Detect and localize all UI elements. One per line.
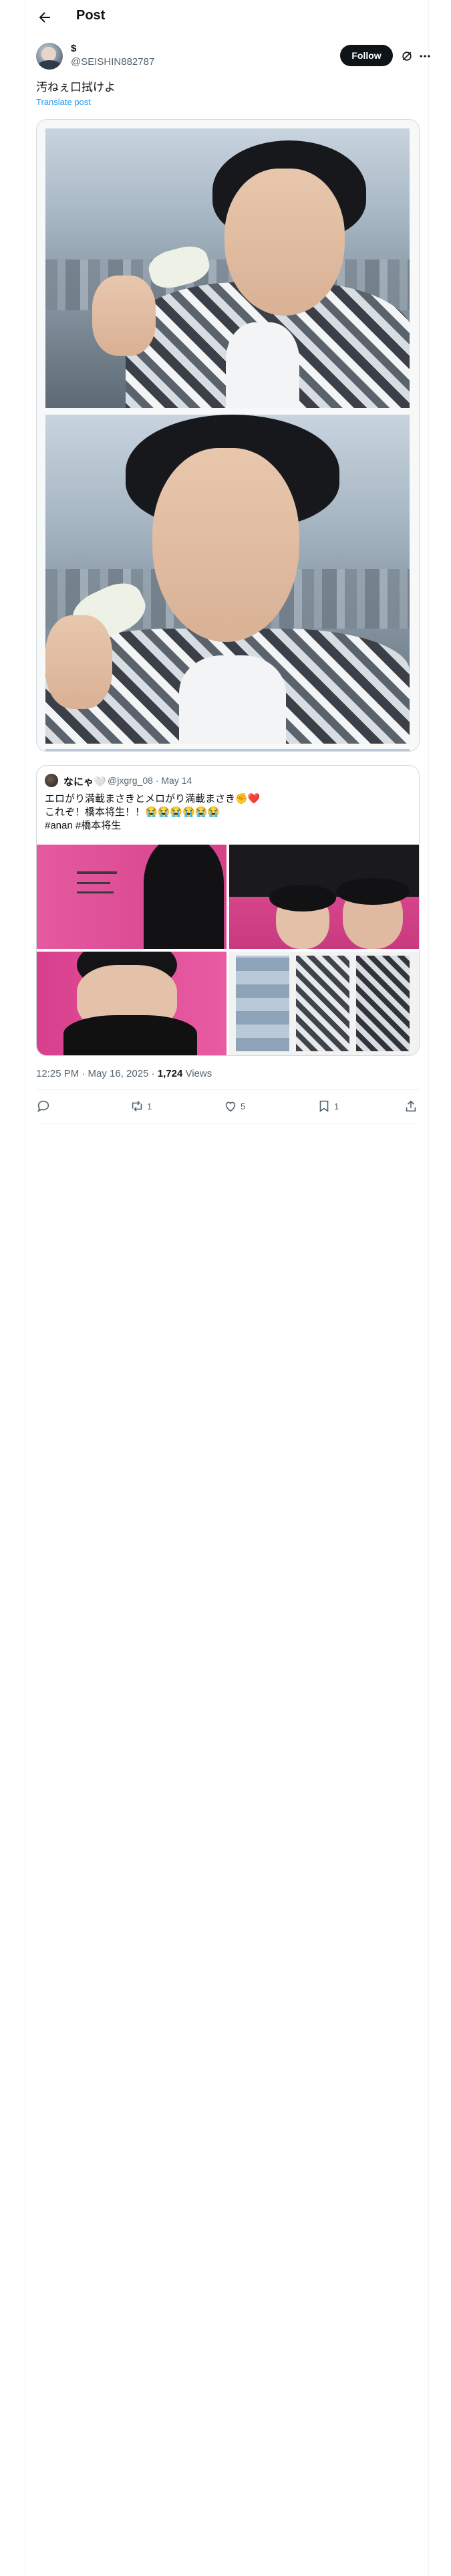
quoted-post[interactable]: なにゃ🤍 @jxgrg_08 · May 14 エロがり満載まさきとメロがり満載… [36, 765, 420, 1056]
share-button[interactable] [404, 1099, 418, 1113]
views-label: Views [182, 1068, 212, 1079]
author-handle[interactable]: @SEISHIN882787 [71, 56, 154, 68]
quote-avatar[interactable] [45, 774, 58, 787]
quote-handle[interactable]: @jxgrg_08 [108, 775, 153, 786]
share-icon [406, 1100, 416, 1112]
like-count: 5 [241, 1101, 246, 1111]
bookmark-icon [319, 1100, 329, 1112]
follow-button[interactable]: Follow [340, 45, 393, 66]
post-timestamp: 12:25 PM · May 16, 2025 · 1,724 Views [36, 1068, 212, 1079]
action-bar: 1 5 1 [36, 1089, 420, 1124]
repost-count: 1 [147, 1101, 152, 1111]
post-text: 汚ねぇ口拭けよ [36, 81, 116, 94]
quote-line: #anan #橋本将生 [45, 820, 122, 831]
reply-icon [37, 1100, 49, 1113]
bookmark-count: 1 [334, 1101, 339, 1111]
like-button[interactable]: 5 [223, 1099, 245, 1113]
post-media[interactable] [36, 119, 420, 752]
top-bar: Post [25, 0, 430, 35]
quote-image-2[interactable] [229, 845, 419, 949]
author-display-name[interactable]: $ [71, 43, 76, 54]
quote-line: これぞ！橋本将生！！😭😭😭😭😭😭 [45, 807, 220, 818]
repost-button[interactable]: 1 [130, 1099, 152, 1113]
bookmark-button[interactable]: 1 [317, 1099, 339, 1113]
quote-image-4[interactable] [229, 952, 419, 1055]
page-title: Post [76, 8, 106, 23]
photo-3-peek[interactable] [45, 749, 410, 751]
post-time[interactable]: 12:25 PM · May 16, 2025 · [36, 1068, 158, 1079]
more-options-icon[interactable] [418, 49, 432, 63]
quote-image-1[interactable] [37, 845, 227, 949]
main-column: Post $ @SEISHIN882787 Follow 汚ねぇ口拭けよ Tra… [25, 0, 430, 2576]
quote-text: エロがり満載まさきとメロがり満載まさき✊❤️ これぞ！橋本将生！！😭😭😭😭😭😭 … [45, 792, 260, 833]
quote-media-grid [37, 845, 419, 1055]
quote-author-name[interactable]: なにゃ🤍 [63, 774, 106, 788]
translate-post-link[interactable]: Translate post [36, 97, 91, 107]
avatar[interactable] [36, 43, 63, 70]
photo-1[interactable] [45, 128, 410, 408]
reply-button[interactable] [36, 1099, 53, 1113]
grok-icon[interactable] [400, 49, 414, 63]
quote-meta: @jxgrg_08 · May 14 [108, 775, 192, 786]
quote-image-3[interactable] [37, 952, 227, 1055]
repost-icon [132, 1101, 142, 1111]
heart-icon [225, 1101, 236, 1112]
views-count: 1,724 [157, 1068, 183, 1079]
photo-2[interactable] [45, 415, 410, 744]
post-author: $ @SEISHIN882787 Follow [36, 43, 430, 70]
quote-line: エロがり満載まさきとメロがり満載まさき✊❤️ [45, 793, 261, 804]
back-arrow-icon[interactable] [37, 9, 53, 25]
quote-date: May 14 [161, 775, 192, 786]
